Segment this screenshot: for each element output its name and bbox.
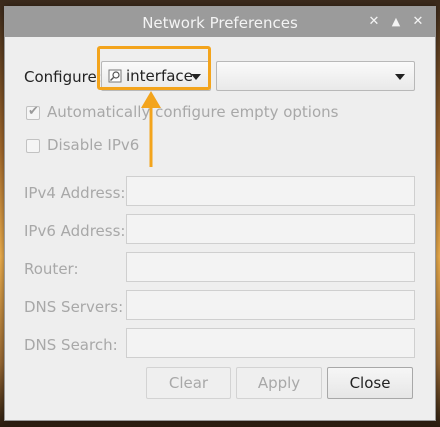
configure-label: Configure: — [24, 68, 102, 86]
ipv4-address-label: IPv4 Address: — [24, 184, 126, 202]
dns-search-label: DNS Search: — [24, 336, 118, 354]
chevron-down-icon — [395, 74, 405, 80]
maximize-icon[interactable]: ▲ — [387, 13, 405, 31]
apply-button[interactable]: Apply — [236, 367, 322, 399]
dialog-content: Configure: interface ✔ Automatically con… — [5, 37, 435, 420]
dns-search-field[interactable] — [126, 328, 415, 358]
router-field[interactable] — [126, 252, 415, 282]
dns-servers-label: DNS Servers: — [24, 298, 124, 316]
ipv4-address-field[interactable] — [126, 176, 415, 206]
network-preferences-window: Network Preferences ✕ ▲ ✕ Configure: int… — [4, 6, 436, 421]
auto-configure-label: Automatically configure empty options — [47, 103, 339, 121]
disable-ipv6-label: Disable IPv6 — [47, 136, 140, 154]
clear-button[interactable]: Clear — [146, 367, 231, 399]
minimize-icon[interactable]: ✕ — [365, 13, 383, 31]
checkmark-icon: ✔ — [28, 104, 39, 119]
configure-item-select[interactable] — [216, 61, 415, 91]
close-icon[interactable]: ✕ — [409, 13, 427, 31]
title-bar[interactable]: Network Preferences ✕ ▲ ✕ — [5, 7, 435, 37]
dns-servers-field[interactable] — [126, 290, 415, 320]
highlight-box — [97, 46, 211, 90]
close-button[interactable]: Close — [327, 367, 413, 399]
router-label: Router: — [24, 260, 79, 278]
disable-ipv6-checkbox[interactable] — [26, 139, 40, 153]
auto-configure-checkbox[interactable]: ✔ — [26, 104, 40, 120]
ipv6-address-field[interactable] — [126, 214, 415, 244]
ipv6-address-label: IPv6 Address: — [24, 222, 126, 240]
